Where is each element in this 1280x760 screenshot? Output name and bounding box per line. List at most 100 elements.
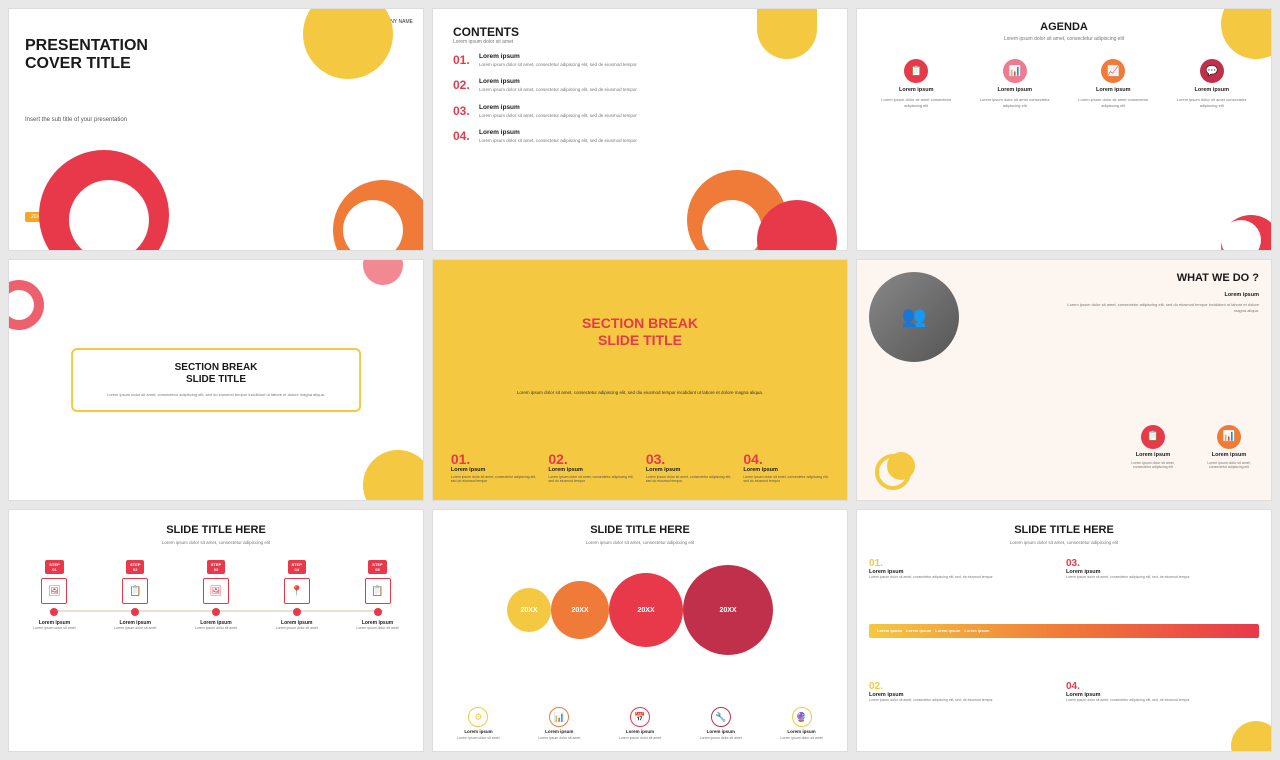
slide-cover: COMPANY NAME PRESENTATIONCOVER TITLE Ins… bbox=[8, 8, 424, 251]
arrow-label: Lorem ipsum bbox=[906, 628, 931, 633]
icons-row: 📋 Lorem ipsum Lorem ipsum dolor sit amet… bbox=[1123, 425, 1259, 471]
circles-row: 20XX 20XX 20XX 20XX bbox=[507, 565, 773, 655]
deco-yellow-circle bbox=[303, 8, 393, 79]
bottom-body: Lorem ipsum dolor sit amet bbox=[538, 736, 580, 741]
num-item-4: 04. Lorem ipsum Lorem ipsum dolor sit am… bbox=[743, 451, 829, 485]
step-badge: STEP04 bbox=[288, 560, 306, 574]
slide-title: SLIDE TITLE HERE bbox=[590, 524, 690, 536]
step-dot bbox=[50, 608, 58, 616]
bottom-label: Lorem ipsum bbox=[464, 729, 492, 734]
slide-title: SLIDE TITLE HERE bbox=[1014, 524, 1114, 536]
item-title: Lorem ipsum bbox=[479, 53, 637, 60]
item-num: 02. bbox=[453, 78, 471, 92]
icon-circle: 📋 bbox=[1141, 425, 1165, 449]
num-header: 04. bbox=[1066, 681, 1259, 692]
what-title: WHAT WE DO ? bbox=[1177, 272, 1259, 284]
step-icon: 📋 bbox=[122, 578, 148, 604]
item-body: Lorem ipsum dolor sit amet, consectetur … bbox=[479, 113, 637, 119]
step-body: Lorem ipsum dolor sit amet bbox=[114, 626, 156, 631]
icon-circle: 📈 bbox=[1101, 59, 1125, 83]
deco-yellow-bottom bbox=[363, 450, 424, 501]
circle-3: 20XX bbox=[609, 573, 683, 647]
step-dot bbox=[131, 608, 139, 616]
agenda-item-body: Lorem ipsum dolor sit amet consectetur a… bbox=[1168, 97, 1255, 108]
circle-4: 20XX bbox=[683, 565, 773, 655]
bottom-item-2: 📊 Lorem ipsum Lorem ipsum dolor sit amet bbox=[524, 707, 595, 741]
step-icon: 🖼 bbox=[41, 578, 67, 604]
icon-title: Lorem ipsum bbox=[1212, 452, 1247, 458]
icon-body: Lorem ipsum dolor sit amet, consectetur … bbox=[1199, 461, 1259, 471]
bottom-body: Lorem ipsum dolor sit amet bbox=[457, 736, 499, 741]
section-title: SECTION BREAKSLIDE TITLE bbox=[91, 362, 341, 386]
slides-grid: COMPANY NAME PRESENTATIONCOVER TITLE Ins… bbox=[0, 0, 1280, 760]
bottom-label: Lorem ipsum bbox=[707, 729, 735, 734]
slide-subtitle: Lorem ipsum dolor sit amet, consectetur … bbox=[586, 540, 694, 545]
slide-agenda: AGENDA Lorem ipsum dolor sit amet, conse… bbox=[856, 8, 1272, 251]
num-large: 03. bbox=[646, 451, 665, 467]
step-body: Lorem ipsum dolor sit amet bbox=[195, 626, 237, 631]
contents-list: 01. Lorem ipsum Lorem ipsum dolor sit am… bbox=[453, 53, 835, 154]
num-item-2: 02. Lorem ipsum Lorem ipsum dolor sit am… bbox=[548, 451, 634, 485]
step-1: STEP01 🖼 Lorem ipsum Lorem ipsum dolor s… bbox=[19, 560, 90, 631]
slide-subtitle: Lorem ipsum dolor sit amet, consectetur … bbox=[1010, 540, 1118, 545]
bottom-label: Lorem ipsum bbox=[787, 729, 815, 734]
cover-subtitle: Insert the sub title of your presentatio… bbox=[25, 117, 127, 123]
slide-circles: SLIDE TITLE HERE Lorem ipsum dolor sit a… bbox=[432, 509, 848, 752]
slide-numbered: SLIDE TITLE HERE Lorem ipsum dolor sit a… bbox=[856, 509, 1272, 752]
bottom-label: Lorem ipsum bbox=[626, 729, 654, 734]
deco-half-yellow bbox=[757, 8, 817, 59]
what-body: Lorem ipsum dolor sit amet, consectetur … bbox=[1060, 302, 1259, 314]
num-label: Lorem ipsum bbox=[548, 467, 583, 473]
bottom-body: Lorem ipsum dolor sit amet bbox=[700, 736, 742, 741]
num-large: 04. bbox=[743, 451, 762, 467]
step-body: Lorem ipsum dolor sit amet bbox=[356, 626, 398, 631]
step-icon: 📋 bbox=[365, 578, 391, 604]
step-dot bbox=[293, 608, 301, 616]
slide-subtitle: Lorem ipsum dolor sit amet, consectetur … bbox=[162, 540, 270, 545]
agenda-item-title: Lorem ipsum bbox=[1194, 87, 1229, 93]
item-body: Lorem ipsum dolor sit amet, consectetur … bbox=[479, 62, 637, 68]
agenda-item-body: Lorem ipsum dolor sit amet consectetur a… bbox=[873, 97, 960, 108]
icon-circle: 💬 bbox=[1200, 59, 1224, 83]
circle-1: 20XX bbox=[507, 588, 551, 632]
item-num: 01. bbox=[453, 53, 471, 67]
bottom-icon: ⚙ bbox=[468, 707, 488, 727]
item-title: Lorem ipsum bbox=[479, 129, 637, 136]
arrow-label: Lorem ipsum bbox=[877, 628, 902, 633]
step-3: STEP03 🖼 Lorem ipsum Lorem ipsum dolor s… bbox=[181, 560, 252, 631]
item-body: Lorem ipsum dolor sit amet, consectetur … bbox=[1066, 698, 1259, 703]
bottom-body: Lorem ipsum dolor sit amet bbox=[619, 736, 661, 741]
steps-row: STEP01 🖼 Lorem ipsum Lorem ipsum dolor s… bbox=[19, 560, 413, 631]
icon-body: Lorem ipsum dolor sit amet, consectetur … bbox=[1123, 461, 1183, 471]
agenda-title: AGENDA bbox=[1040, 21, 1088, 33]
agenda-icons-row: 📋 Lorem ipsum Lorem ipsum dolor sit amet… bbox=[867, 59, 1261, 108]
item-body: Lorem ipsum dolor sit amet, consectetur … bbox=[1066, 575, 1259, 580]
cover-title: PRESENTATIONCOVER TITLE bbox=[25, 37, 148, 72]
step-body: Lorem ipsum dolor sit amet bbox=[33, 626, 75, 631]
slide-section-break-yellow: SECTION BREAKSLIDE TITLE Lorem ipsum dol… bbox=[432, 259, 848, 502]
deco-yellow bbox=[1221, 8, 1272, 59]
contents-subtitle: Lorem ipsum dolor sit amet bbox=[453, 39, 513, 45]
item-title: Lorem ipsum bbox=[479, 78, 637, 85]
photo-placeholder: 👥 bbox=[869, 272, 959, 362]
step-dot bbox=[212, 608, 220, 616]
section-body: Lorem ipsum dolor sit amet, consectetur … bbox=[91, 392, 341, 398]
num-item-1: 01. Lorem ipsum Lorem ipsum dolor sit am… bbox=[451, 451, 537, 485]
item-body: Lorem ipsum dolor sit amet, consectetur … bbox=[869, 575, 1062, 580]
icon-circle: 📋 bbox=[904, 59, 928, 83]
section-box: SECTION BREAKSLIDE TITLE Lorem ipsum dol… bbox=[71, 348, 361, 412]
item-title: Lorem ipsum bbox=[479, 104, 637, 111]
slide-title: SLIDE TITLE HERE bbox=[166, 524, 266, 536]
grid-item-3: 02. Lorem ipsum Lorem ipsum dolor sit am… bbox=[869, 681, 1062, 743]
bottom-icon: 🔧 bbox=[711, 707, 731, 727]
step-2: STEP02 📋 Lorem ipsum Lorem ipsum dolor s… bbox=[100, 560, 171, 631]
num-item-3: 03. Lorem ipsum Lorem ipsum dolor sit am… bbox=[646, 451, 732, 485]
icon-title: Lorem ipsum bbox=[1136, 452, 1171, 458]
step-4: STEP04 📍 Lorem ipsum Lorem ipsum dolor s… bbox=[261, 560, 332, 631]
num-header: 02. bbox=[869, 681, 1062, 692]
item-body: Lorem ipsum dolor sit amet, consectetur … bbox=[479, 138, 637, 144]
bottom-icon: 📅 bbox=[630, 707, 650, 727]
agenda-item-title: Lorem ipsum bbox=[997, 87, 1032, 93]
step-badge: STEP05 bbox=[368, 560, 386, 574]
num-body: Lorem ipsum dolor sit amet, consectetur … bbox=[743, 475, 829, 485]
